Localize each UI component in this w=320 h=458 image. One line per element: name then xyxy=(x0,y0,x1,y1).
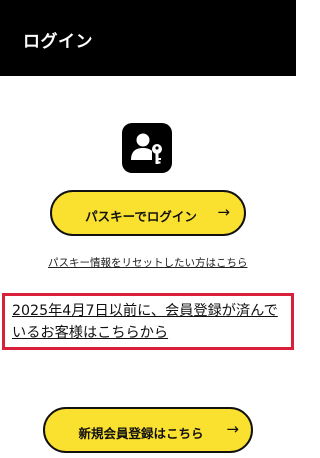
arrow-right-icon: → xyxy=(226,420,239,438)
existing-member-link[interactable]: 2025年4月7日以前に、会員登録が済んでいるお客様はこちらから xyxy=(12,300,287,344)
page-title: ログイン xyxy=(23,32,93,52)
passkey-login-label: パスキーでログイン xyxy=(85,209,197,224)
app-header: ログイン xyxy=(0,0,296,76)
new-registration-label: 新規会員登録はこちら xyxy=(78,426,204,441)
existing-member-notice: 2025年4月7日以前に、会員登録が済んでいるお客様はこちらから xyxy=(2,293,294,350)
arrow-right-icon: → xyxy=(217,203,230,221)
new-registration-button[interactable]: 新規会員登録はこちら → xyxy=(43,407,253,453)
passkey-icon xyxy=(122,123,172,173)
passkey-reset-link[interactable]: パスキー情報をリセットしたい方はこちら xyxy=(48,255,248,270)
passkey-login-button[interactable]: パスキーでログイン → xyxy=(50,190,246,236)
